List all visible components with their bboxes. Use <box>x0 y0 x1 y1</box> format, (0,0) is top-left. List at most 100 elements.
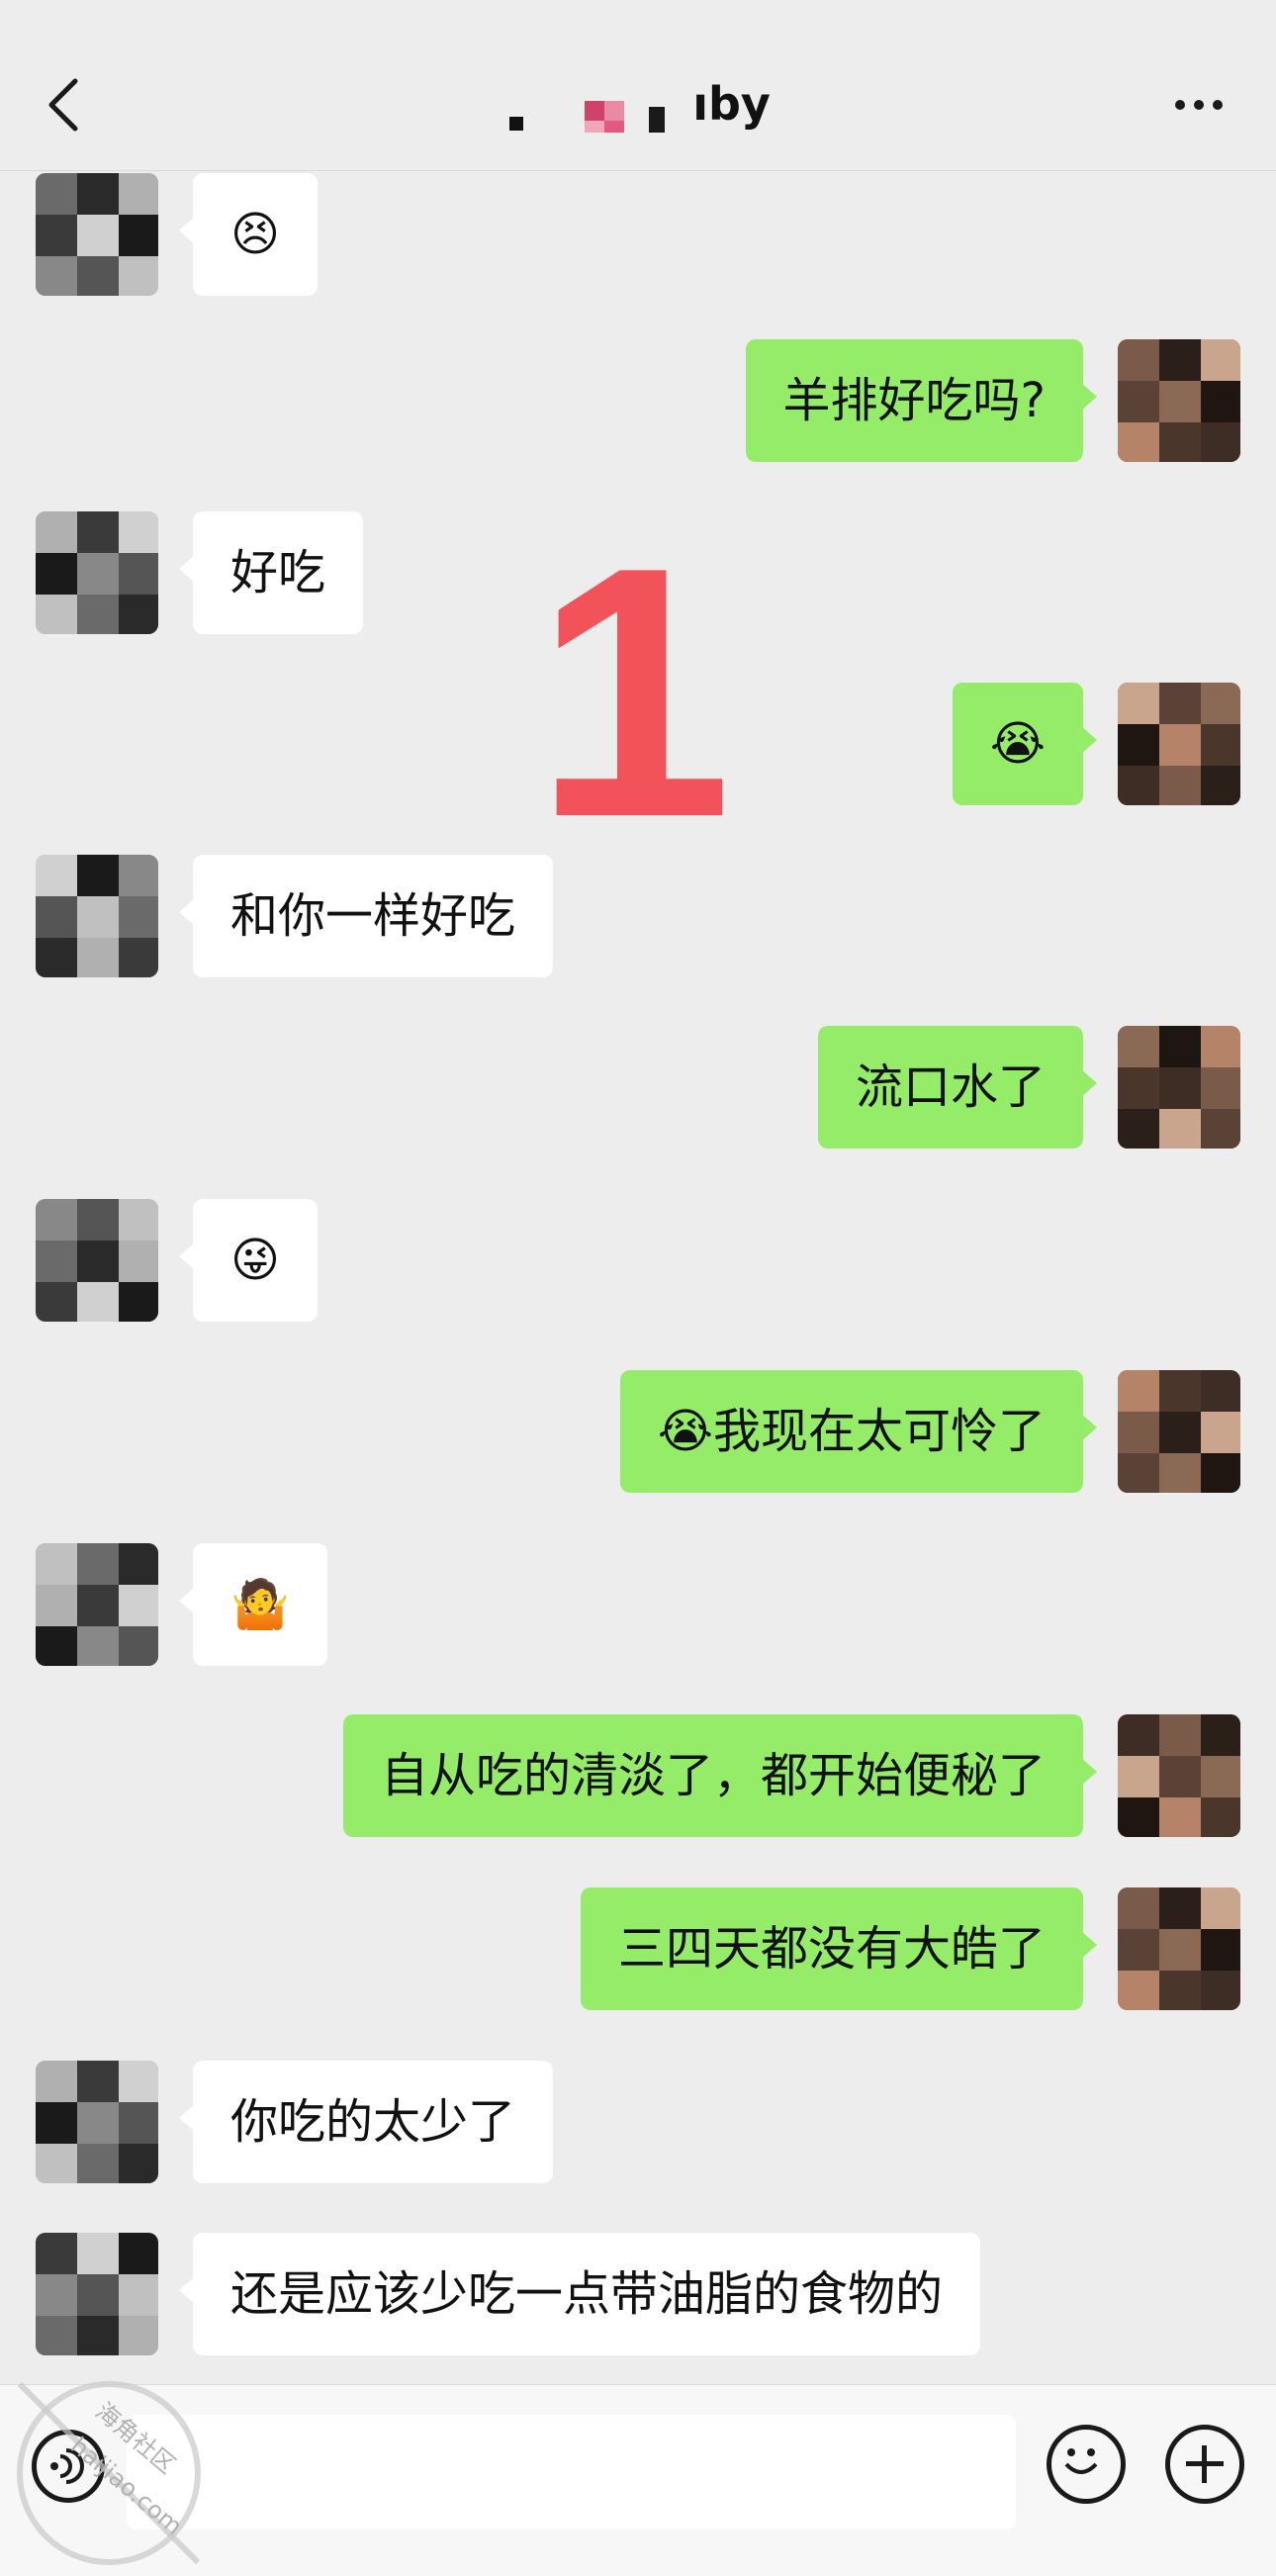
avatar-mosaic-tile <box>36 855 77 896</box>
sent-message-bubble[interactable]: 😭我现在太可怜了 <box>619 1370 1098 1493</box>
avatar-mosaic-tile <box>119 256 158 296</box>
avatar-mosaic-tile <box>36 595 77 634</box>
avatar-mosaic-tile <box>1201 1370 1240 1412</box>
emoji-icon[interactable] <box>1047 2425 1126 2504</box>
avatar-mosaic-tile <box>77 553 119 595</box>
my-avatar[interactable] <box>1118 1887 1240 2010</box>
avatar-mosaic-tile <box>119 1199 158 1241</box>
avatar-mosaic-tile <box>36 938 77 977</box>
avatar-mosaic-tile <box>1118 422 1159 462</box>
avatar-mosaic-tile <box>119 553 158 595</box>
sent-message-bubble[interactable]: 羊排好吃吗? <box>745 339 1098 462</box>
avatar-mosaic-tile <box>36 1585 77 1626</box>
avatar-mosaic-tile <box>1118 1370 1159 1412</box>
sent-message-bubble[interactable]: 自从吃的清淡了，都开始便秘了 <box>342 1714 1098 1837</box>
message-input[interactable] <box>127 2415 1016 2530</box>
avatar-mosaic-tile <box>119 595 158 634</box>
plus-icon[interactable] <box>1165 2425 1244 2504</box>
avatar-mosaic-tile <box>36 2102 77 2144</box>
avatar-mosaic-tile <box>1118 1929 1159 1971</box>
sent-message-bubble[interactable]: 三四天都没有大皓了 <box>580 1887 1098 2010</box>
avatar-mosaic-tile <box>119 1543 158 1585</box>
avatar-mosaic-tile <box>1201 339 1240 381</box>
avatar-mosaic-tile <box>36 1241 77 1282</box>
received-message-row: 🤷 <box>0 1543 1276 1682</box>
avatar-mosaic-tile <box>77 855 119 896</box>
my-avatar[interactable] <box>1118 1714 1240 1837</box>
avatar-mosaic-tile <box>1118 1887 1159 1929</box>
contact-avatar[interactable] <box>36 511 158 634</box>
avatar-mosaic-tile <box>77 173 119 215</box>
avatar-mosaic-tile <box>1201 1453 1240 1493</box>
avatar-mosaic-tile <box>119 1626 158 1666</box>
chat-title-text: ıby <box>692 77 771 131</box>
contact-avatar[interactable] <box>36 173 158 296</box>
sent-message-row: 😭我现在太可怜了 <box>0 1370 1276 1509</box>
received-message-bubble[interactable]: 你吃的太少了 <box>178 2061 554 2183</box>
avatar-mosaic-tile <box>1118 1412 1159 1453</box>
received-message-bubble[interactable]: 好吃 <box>178 511 364 634</box>
chat-title: ıby <box>0 77 1276 137</box>
avatar-mosaic-tile <box>1201 422 1240 462</box>
received-message-bubble[interactable]: 还是应该少吃一点带油脂的食物的 <box>178 2233 981 2355</box>
avatar-mosaic-tile <box>1201 1067 1240 1109</box>
avatar-mosaic-tile <box>119 173 158 215</box>
chat-header: ıby <box>0 0 1276 171</box>
avatar-mosaic-tile <box>119 896 158 938</box>
my-avatar[interactable] <box>1118 1370 1240 1493</box>
sent-message-bubble[interactable]: 流口水了 <box>817 1026 1098 1149</box>
avatar-mosaic-tile <box>119 1282 158 1322</box>
avatar-mosaic-tile <box>1118 381 1159 422</box>
contact-avatar[interactable] <box>36 1543 158 1666</box>
avatar-mosaic-tile <box>1159 381 1201 422</box>
avatar-mosaic-tile <box>1201 381 1240 422</box>
avatar-mosaic-tile <box>77 2144 119 2183</box>
received-message-row: 好吃 <box>0 511 1276 650</box>
avatar-mosaic-tile <box>77 2233 119 2274</box>
more-dots-icon[interactable] <box>1175 95 1234 113</box>
avatar-mosaic-tile <box>77 1585 119 1626</box>
avatar-mosaic-tile <box>1159 766 1201 805</box>
avatar-mosaic-tile <box>1201 1929 1240 1971</box>
avatar-mosaic-tile <box>1201 1412 1240 1453</box>
my-avatar[interactable] <box>1118 339 1240 462</box>
avatar-mosaic-tile <box>77 938 119 977</box>
avatar-mosaic-tile <box>1201 1109 1240 1149</box>
avatar-mosaic-tile <box>1201 1971 1240 2010</box>
received-message-bubble[interactable]: 🤷 <box>179 1543 327 1666</box>
avatar-mosaic-tile <box>1159 422 1201 462</box>
avatar-mosaic-tile <box>119 1585 158 1626</box>
avatar-mosaic-tile <box>77 1282 119 1322</box>
contact-avatar[interactable] <box>36 2061 158 2183</box>
avatar-mosaic-tile <box>77 2102 119 2144</box>
avatar-mosaic-tile <box>119 2061 158 2102</box>
sent-message-row: 流口水了 <box>0 1026 1276 1164</box>
avatar-mosaic-tile <box>1118 683 1159 724</box>
contact-avatar[interactable] <box>36 1199 158 1322</box>
received-message-bubble[interactable]: 和你一样好吃 <box>178 855 554 977</box>
avatar-mosaic-tile <box>36 511 77 553</box>
my-avatar[interactable] <box>1118 683 1240 805</box>
avatar-mosaic-tile <box>1118 724 1159 766</box>
contact-avatar[interactable] <box>36 855 158 977</box>
avatar-mosaic-tile <box>1159 1714 1201 1756</box>
avatar-mosaic-tile <box>77 1241 119 1282</box>
avatar-mosaic-tile <box>36 2274 77 2316</box>
sent-message-row: 三四天都没有大皓了 <box>0 1887 1276 2026</box>
avatar-mosaic-tile <box>1201 1797 1240 1837</box>
sent-message-bubble[interactable]: 😭 <box>952 683 1098 805</box>
avatar-mosaic-tile <box>1159 1929 1201 1971</box>
avatar-mosaic-tile <box>1118 339 1159 381</box>
avatar-mosaic-tile <box>36 215 77 256</box>
avatar-mosaic-tile <box>1118 1756 1159 1797</box>
avatar-mosaic-tile <box>1159 724 1201 766</box>
avatar-mosaic-tile <box>77 1626 119 1666</box>
received-message-bubble[interactable]: 😣 <box>178 173 319 296</box>
avatar-mosaic-tile <box>77 2061 119 2102</box>
my-avatar[interactable] <box>1118 1026 1240 1149</box>
avatar-mosaic-tile <box>1118 1453 1159 1493</box>
avatar-mosaic-tile <box>119 938 158 977</box>
received-message-row: 和你一样好吃 <box>0 855 1276 993</box>
sent-message-row: 自从吃的清淡了，都开始便秘了 <box>0 1714 1276 1853</box>
received-message-bubble[interactable]: 😜 <box>178 1199 319 1322</box>
